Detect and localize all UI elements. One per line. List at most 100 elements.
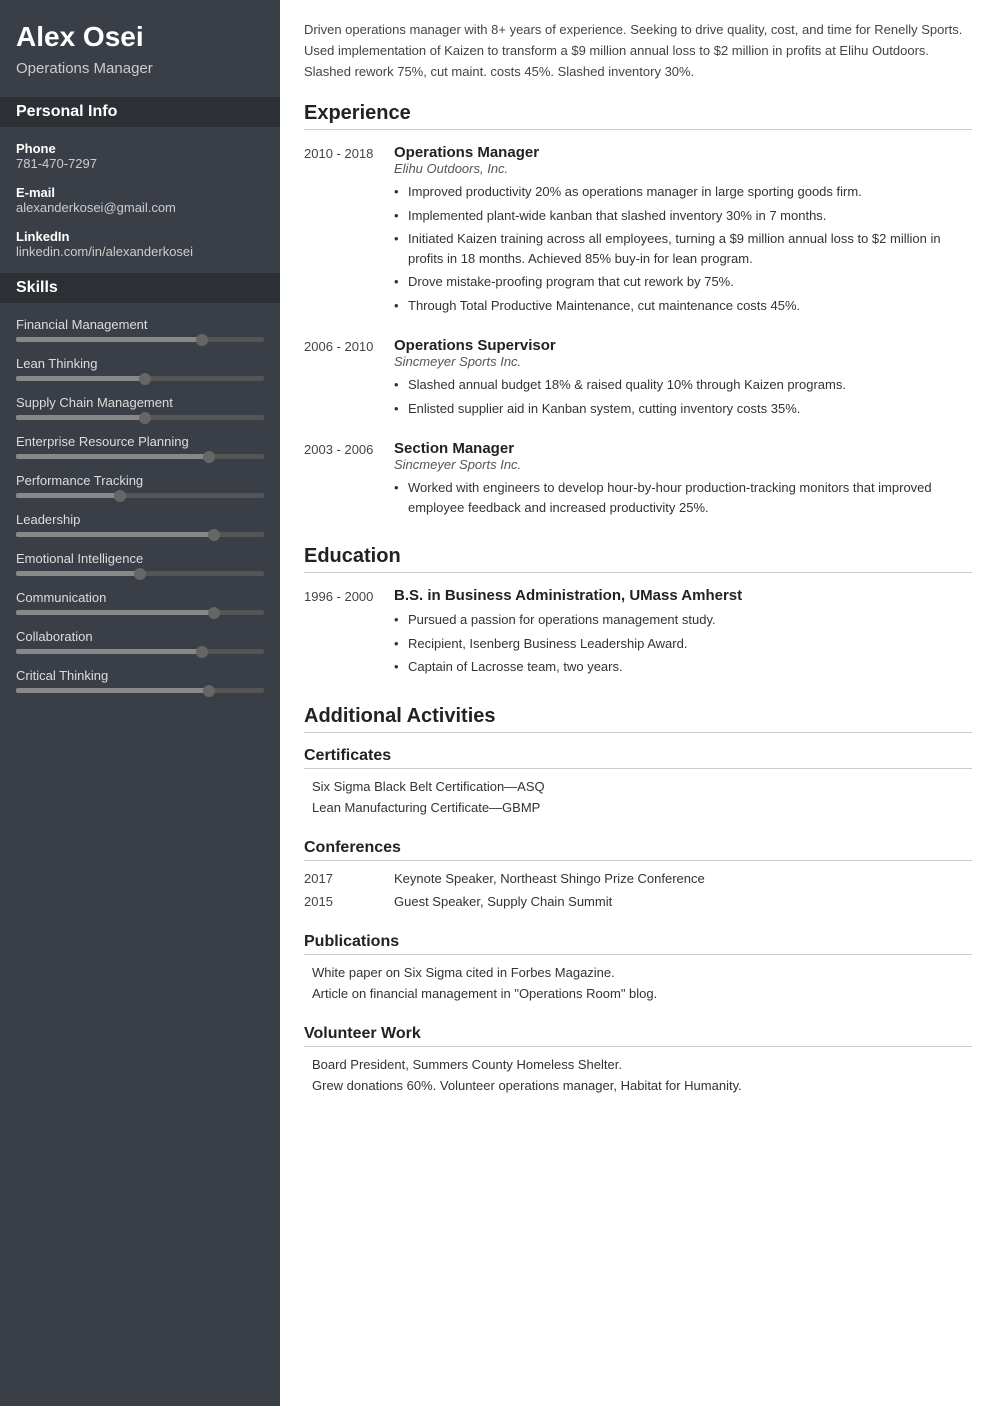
exp-company: Sincmeyer Sports Inc. xyxy=(394,457,972,472)
skills-list: Financial Management Lean Thinking Suppl… xyxy=(16,317,264,693)
bullet-item: Implemented plant-wide kanban that slash… xyxy=(394,206,972,226)
exp-details: Operations Manager Elihu Outdoors, Inc. … xyxy=(394,144,972,319)
phone-label: Phone xyxy=(16,141,264,156)
vol-item: Board President, Summers County Homeless… xyxy=(304,1057,972,1072)
resume-container: Alex Osei Operations Manager Personal In… xyxy=(0,0,996,1406)
skill-item: Enterprise Resource Planning xyxy=(16,434,264,459)
experience-section: Experience 2010 - 2018 Operations Manage… xyxy=(304,102,972,521)
email-label: E-mail xyxy=(16,185,264,200)
linkedin-value: linkedin.com/in/alexanderkosei xyxy=(16,244,264,259)
volunteer-list: Board President, Summers County Homeless… xyxy=(304,1057,972,1093)
edu-dates: 1996 - 2000 xyxy=(304,587,394,681)
conf-year: 2017 xyxy=(304,871,394,886)
skill-bar-dot xyxy=(203,685,215,697)
education-heading: Education xyxy=(304,545,972,573)
education-list: 1996 - 2000 B.S. in Business Administrat… xyxy=(304,587,972,681)
bullet-item: Improved productivity 20% as operations … xyxy=(394,182,972,202)
exp-bullets: Improved productivity 20% as operations … xyxy=(394,182,972,315)
pub-item: White paper on Six Sigma cited in Forbes… xyxy=(304,965,972,980)
skill-bar-fill xyxy=(16,376,145,381)
additional-section: Additional Activities Certificates Six S… xyxy=(304,705,972,1093)
cert-item: Lean Manufacturing Certificate—GBMP xyxy=(304,800,972,815)
certificates-section: Certificates Six Sigma Black Belt Certif… xyxy=(304,747,972,815)
experience-heading: Experience xyxy=(304,102,972,130)
skill-bar-dot xyxy=(196,646,208,658)
bullet-item: Drove mistake-proofing program that cut … xyxy=(394,272,972,292)
skill-name: Enterprise Resource Planning xyxy=(16,434,264,449)
main-content: Driven operations manager with 8+ years … xyxy=(280,0,996,1406)
conf-year: 2015 xyxy=(304,894,394,909)
skill-item: Leadership xyxy=(16,512,264,537)
conferences-heading: Conferences xyxy=(304,839,972,861)
exp-bullets: Slashed annual budget 18% & raised quali… xyxy=(394,375,972,418)
skill-bar-dot xyxy=(114,490,126,502)
candidate-title: Operations Manager xyxy=(16,60,264,77)
skill-bar xyxy=(16,493,264,498)
conferences-list: 2017 Keynote Speaker, Northeast Shingo P… xyxy=(304,871,972,909)
skill-bar-dot xyxy=(208,529,220,541)
linkedin-info: LinkedIn linkedin.com/in/alexanderkosei xyxy=(16,229,264,259)
bullet-item: Pursued a passion for operations managem… xyxy=(394,610,972,630)
bullet-item: Captain of Lacrosse team, two years. xyxy=(394,657,972,677)
skill-bar-fill xyxy=(16,649,202,654)
skill-name: Performance Tracking xyxy=(16,473,264,488)
skill-name: Financial Management xyxy=(16,317,264,332)
bullet-item: Initiated Kaizen training across all emp… xyxy=(394,229,972,268)
skill-name: Communication xyxy=(16,590,264,605)
skill-bar-fill xyxy=(16,610,214,615)
certificates-heading: Certificates xyxy=(304,747,972,769)
personal-info-heading: Personal Info xyxy=(0,97,280,127)
skill-item: Collaboration xyxy=(16,629,264,654)
additional-heading: Additional Activities xyxy=(304,705,972,733)
skill-bar xyxy=(16,415,264,420)
volunteer-heading: Volunteer Work xyxy=(304,1025,972,1047)
email-value: alexanderkosei@gmail.com xyxy=(16,200,264,215)
exp-company: Elihu Outdoors, Inc. xyxy=(394,161,972,176)
skill-name: Lean Thinking xyxy=(16,356,264,371)
bullet-item: Worked with engineers to develop hour-by… xyxy=(394,478,972,517)
skill-bar-dot xyxy=(208,607,220,619)
publications-list: White paper on Six Sigma cited in Forbes… xyxy=(304,965,972,1001)
exp-bullets: Worked with engineers to develop hour-by… xyxy=(394,478,972,517)
sidebar: Alex Osei Operations Manager Personal In… xyxy=(0,0,280,1406)
skill-bar xyxy=(16,571,264,576)
exp-job-title: Section Manager xyxy=(394,440,972,457)
exp-dates: 2003 - 2006 xyxy=(304,440,394,521)
bullet-item: Through Total Productive Maintenance, cu… xyxy=(394,296,972,316)
skill-item: Supply Chain Management xyxy=(16,395,264,420)
skill-item: Performance Tracking xyxy=(16,473,264,498)
exp-company: Sincmeyer Sports Inc. xyxy=(394,354,972,369)
certificates-list: Six Sigma Black Belt Certification—ASQ Le… xyxy=(304,779,972,815)
skill-bar-dot xyxy=(196,334,208,346)
skill-name: Emotional Intelligence xyxy=(16,551,264,566)
skill-name: Leadership xyxy=(16,512,264,527)
skill-bar xyxy=(16,454,264,459)
skill-item: Communication xyxy=(16,590,264,615)
experience-entry: 2003 - 2006 Section Manager Sincmeyer Sp… xyxy=(304,440,972,521)
education-entry: 1996 - 2000 B.S. in Business Administrat… xyxy=(304,587,972,681)
volunteer-section: Volunteer Work Board President, Summers … xyxy=(304,1025,972,1093)
skill-bar-dot xyxy=(134,568,146,580)
skill-name: Supply Chain Management xyxy=(16,395,264,410)
publications-section: Publications White paper on Six Sigma ci… xyxy=(304,933,972,1001)
conf-entry: 2015 Guest Speaker, Supply Chain Summit xyxy=(304,894,972,909)
skill-bar-fill xyxy=(16,415,145,420)
skill-item: Financial Management xyxy=(16,317,264,342)
skill-bar xyxy=(16,649,264,654)
bullet-item: Recipient, Isenberg Business Leadership … xyxy=(394,634,972,654)
skill-bar xyxy=(16,532,264,537)
skill-bar-dot xyxy=(203,451,215,463)
conf-entry: 2017 Keynote Speaker, Northeast Shingo P… xyxy=(304,871,972,886)
exp-dates: 2006 - 2010 xyxy=(304,337,394,422)
conf-text: Keynote Speaker, Northeast Shingo Prize … xyxy=(394,871,705,886)
bullet-item: Slashed annual budget 18% & raised quali… xyxy=(394,375,972,395)
phone-info: Phone 781-470-7297 xyxy=(16,141,264,171)
skill-bar xyxy=(16,610,264,615)
cert-item: Six Sigma Black Belt Certification—ASQ xyxy=(304,779,972,794)
phone-value: 781-470-7297 xyxy=(16,156,264,171)
exp-dates: 2010 - 2018 xyxy=(304,144,394,319)
vol-item: Grew donations 60%. Volunteer operations… xyxy=(304,1078,972,1093)
conf-text: Guest Speaker, Supply Chain Summit xyxy=(394,894,612,909)
edu-degree: B.S. in Business Administration, UMass A… xyxy=(394,587,972,604)
skill-bar-fill xyxy=(16,493,120,498)
